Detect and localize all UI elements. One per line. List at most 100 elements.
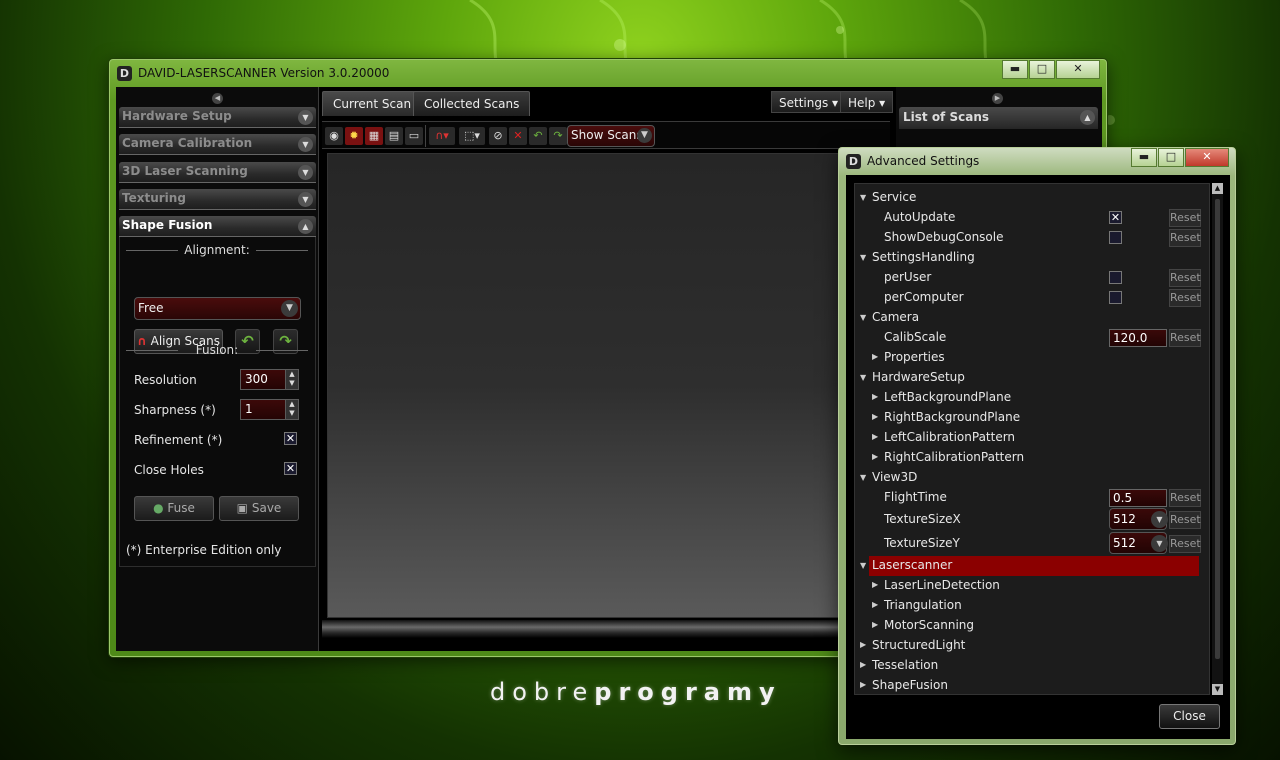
erase-icon[interactable]: ⊘ bbox=[489, 127, 507, 145]
section-hardware-setup[interactable]: Hardware Setup ▼ bbox=[119, 107, 316, 128]
tree-row[interactable]: ▼ SettingsHandling bbox=[855, 248, 1209, 268]
close-holes-checkbox[interactable]: ✕ bbox=[284, 462, 297, 475]
alignment-mode-select[interactable]: Free ▼ bbox=[134, 297, 301, 320]
expand-arrow-icon[interactable]: ▼ bbox=[860, 189, 866, 207]
tree-row[interactable]: ▶ LeftCalibrationPattern bbox=[855, 428, 1209, 448]
scroll-down-icon[interactable]: ▼ bbox=[1212, 684, 1223, 695]
tree-scrollbar[interactable]: ▲ ▼ bbox=[1212, 183, 1223, 695]
collapse-arrow-icon[interactable]: ▶ bbox=[872, 428, 878, 446]
setting-checkbox[interactable] bbox=[1109, 271, 1122, 284]
reset-button[interactable]: Reset bbox=[1169, 229, 1201, 247]
refinement-checkbox[interactable]: ✕ bbox=[284, 432, 297, 445]
collapse-arrow-icon[interactable]: ▶ bbox=[860, 636, 866, 654]
tree-row[interactable]: AutoUpdate ✕ Reset bbox=[855, 208, 1209, 228]
section-texturing[interactable]: Texturing ▼ bbox=[119, 189, 316, 210]
main-titlebar[interactable]: D DAVID-LASERSCANNER Version 3.0.20000 ▬… bbox=[110, 60, 1106, 86]
tree-row[interactable]: ▶ ShapeFusion bbox=[855, 676, 1209, 696]
tree-row[interactable]: ▶ Triangulation bbox=[855, 596, 1209, 616]
table-icon[interactable]: ▤ bbox=[385, 127, 403, 145]
collapse-arrow-icon[interactable]: ▶ bbox=[872, 596, 878, 614]
section-3d-laser-scanning[interactable]: 3D Laser Scanning ▼ bbox=[119, 162, 316, 183]
minimize-button[interactable]: ▬ bbox=[1131, 148, 1157, 167]
reset-button[interactable]: Reset bbox=[1169, 329, 1201, 347]
sharpness-spinner[interactable]: ▲ ▼ bbox=[285, 399, 299, 420]
tree-row[interactable]: TextureSizeY 512 ▼ Reset bbox=[855, 532, 1209, 556]
section-camera-calibration[interactable]: Camera Calibration ▼ bbox=[119, 134, 316, 155]
reset-button[interactable]: Reset bbox=[1169, 511, 1201, 529]
tab-current-scan[interactable]: Current Scan bbox=[322, 91, 423, 116]
maximize-button[interactable]: □ bbox=[1158, 148, 1184, 167]
maximize-button[interactable]: □ bbox=[1029, 60, 1055, 79]
magnet-dropdown-icon[interactable]: ∩▾ bbox=[429, 127, 455, 145]
setting-checkbox[interactable] bbox=[1109, 291, 1122, 304]
tree-row[interactable]: ▶ RightBackgroundPlane bbox=[855, 408, 1209, 428]
dialog-close-button[interactable]: Close bbox=[1159, 704, 1220, 729]
resolution-spinner[interactable]: ▲ ▼ bbox=[285, 369, 299, 390]
section-shape-fusion[interactable]: Shape Fusion ▲ bbox=[119, 216, 316, 237]
tree-row[interactable]: ShowDebugConsole Reset bbox=[855, 228, 1209, 248]
close-button[interactable]: ✕ bbox=[1056, 60, 1100, 79]
tree-row[interactable]: ▼ View3D bbox=[855, 468, 1209, 488]
sharpness-input[interactable]: 1 bbox=[240, 399, 286, 420]
collapse-arrow-icon[interactable]: ▶ bbox=[860, 656, 866, 674]
reset-button[interactable]: Reset bbox=[1169, 289, 1201, 307]
tree-row[interactable]: ▶ Tesselation bbox=[855, 656, 1209, 676]
expand-arrow-icon[interactable]: ▼ bbox=[860, 309, 866, 327]
scroll-up-icon[interactable]: ▲ bbox=[1212, 183, 1223, 194]
reset-button[interactable]: Reset bbox=[1169, 209, 1201, 227]
tree-row[interactable]: ▶ Properties bbox=[855, 348, 1209, 368]
scroll-thumb[interactable] bbox=[1215, 199, 1220, 659]
help-menu[interactable]: Help ▾ bbox=[840, 91, 894, 113]
tree-row[interactable]: ▶ StructuredLight bbox=[855, 636, 1209, 656]
collapse-arrow-icon[interactable]: ▶ bbox=[872, 348, 878, 366]
reset-button[interactable]: Reset bbox=[1169, 489, 1201, 507]
tree-row[interactable]: ▼ Service bbox=[855, 188, 1209, 208]
eye-icon[interactable]: ◉ bbox=[325, 127, 343, 145]
close-button[interactable]: ✕ bbox=[1185, 148, 1229, 167]
collapse-right-icon[interactable]: ▶ bbox=[992, 93, 1003, 104]
setting-value-input[interactable]: 120.0 bbox=[1109, 329, 1167, 347]
tree-row[interactable]: ▼ Laserscanner bbox=[860, 556, 1199, 576]
expand-arrow-icon[interactable]: ▼ bbox=[860, 249, 866, 267]
reset-button[interactable]: Reset bbox=[1169, 269, 1201, 287]
expand-arrow-icon[interactable]: ▼ bbox=[860, 369, 866, 387]
grid-icon[interactable]: ▦ bbox=[365, 127, 383, 145]
collapse-arrow-icon[interactable]: ▶ bbox=[872, 408, 878, 426]
tree-row[interactable]: perComputer Reset bbox=[855, 288, 1209, 308]
minimize-button[interactable]: ▬ bbox=[1002, 60, 1028, 79]
panel-icon[interactable]: ▭ bbox=[405, 127, 423, 145]
selection-dropdown-icon[interactable]: ⬚▾ bbox=[459, 127, 485, 145]
setting-value-input[interactable]: 0.5 bbox=[1109, 489, 1167, 507]
tree-row[interactable]: ▼ Camera bbox=[855, 308, 1209, 328]
collapse-left-icon[interactable]: ◀ bbox=[212, 93, 223, 104]
rotate-left-icon[interactable]: ↶ bbox=[529, 127, 547, 145]
expand-arrow-icon[interactable]: ▼ bbox=[860, 557, 866, 575]
setting-value-combo[interactable]: 512 ▼ bbox=[1109, 532, 1168, 554]
tree-row[interactable]: perUser Reset bbox=[855, 268, 1209, 288]
fuse-button[interactable]: ● Fuse bbox=[134, 496, 214, 521]
tree-row[interactable]: ▶ RightCalibrationPattern bbox=[855, 448, 1209, 468]
reset-button[interactable]: Reset bbox=[1169, 535, 1201, 553]
tree-row[interactable]: ▶ MotorScanning bbox=[855, 616, 1209, 636]
list-of-scans-header[interactable]: List of Scans ▲ bbox=[899, 107, 1098, 129]
3d-viewport[interactable] bbox=[327, 153, 847, 618]
collapse-arrow-icon[interactable]: ▶ bbox=[872, 576, 878, 594]
tree-row[interactable]: ▶ LeftBackgroundPlane bbox=[855, 388, 1209, 408]
collapse-arrow-icon[interactable]: ▶ bbox=[872, 388, 878, 406]
tree-row[interactable]: ▼ HardwareSetup bbox=[855, 368, 1209, 388]
advanced-settings-titlebar[interactable]: D Advanced Settings ▬ □ ✕ bbox=[839, 148, 1235, 174]
resolution-input[interactable]: 300 bbox=[240, 369, 286, 390]
collapse-arrow-icon[interactable]: ▶ bbox=[872, 448, 878, 466]
tab-collected-scans[interactable]: Collected Scans bbox=[413, 91, 531, 116]
settings-menu[interactable]: Settings ▾ bbox=[771, 91, 847, 113]
setting-checkbox[interactable]: ✕ bbox=[1109, 211, 1122, 224]
tree-row[interactable]: CalibScale 120.0 Reset bbox=[855, 328, 1209, 348]
setting-checkbox[interactable] bbox=[1109, 231, 1122, 244]
tree-row[interactable]: ▶ LaserLineDetection bbox=[855, 576, 1209, 596]
rotate-right-icon[interactable]: ↷ bbox=[549, 127, 567, 145]
collapse-arrow-icon[interactable]: ▶ bbox=[860, 676, 866, 694]
lightbulb-icon[interactable]: ✹ bbox=[345, 127, 363, 145]
delete-icon[interactable]: ✕ bbox=[509, 127, 527, 145]
expand-arrow-icon[interactable]: ▼ bbox=[860, 469, 866, 487]
save-button[interactable]: ▣ Save bbox=[219, 496, 299, 521]
